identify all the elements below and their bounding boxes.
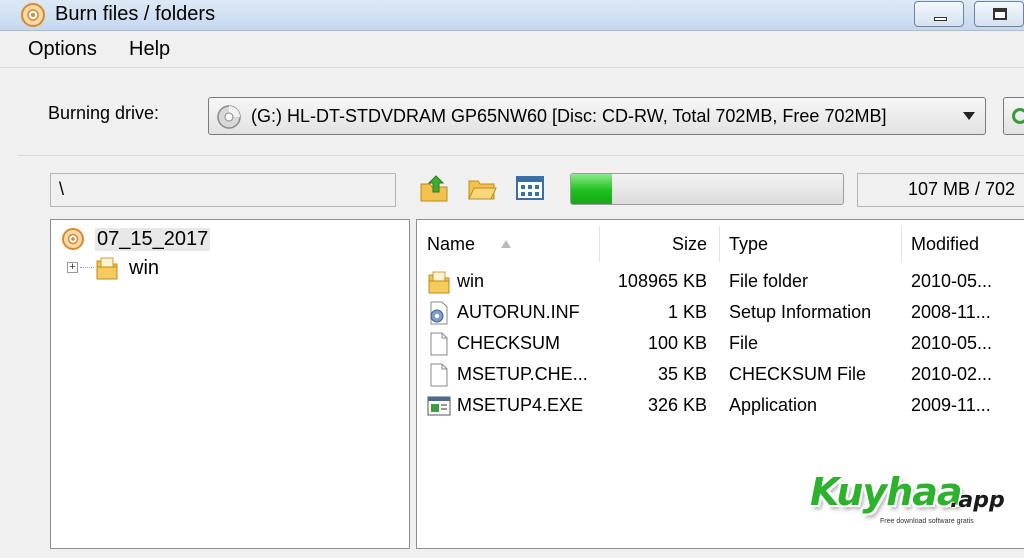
list-item[interactable]: MSETUP4.EXE 326 KB Application 2009-11..… xyxy=(417,391,1024,421)
file-name: win xyxy=(457,271,485,291)
folder-icon xyxy=(428,271,450,294)
maximize-button[interactable] xyxy=(974,1,1024,27)
file-modified: 2010-05... xyxy=(911,333,993,353)
menu-help[interactable]: Help xyxy=(129,38,170,61)
file-name: CHECKSUM xyxy=(457,333,561,353)
expand-icon[interactable]: + xyxy=(67,262,78,273)
column-header-size[interactable]: Size xyxy=(597,234,707,255)
open-folder-icon[interactable] xyxy=(466,172,498,204)
sort-ascending-icon xyxy=(501,240,511,248)
title-bar: Burn files / folders xyxy=(0,0,1024,31)
file-name: AUTORUN.INF xyxy=(457,302,580,322)
file-icon xyxy=(430,332,448,356)
disc-usage-readout: 107 MB / 702 xyxy=(857,173,1024,207)
cd-disc-icon xyxy=(62,228,84,250)
list-item[interactable]: win 108965 KB File folder 2010-05... xyxy=(417,267,1024,297)
tree-connector xyxy=(80,267,94,268)
maximize-icon xyxy=(993,8,1007,20)
file-name: MSETUP4.EXE xyxy=(457,395,584,415)
file-size: 1 KB xyxy=(667,302,707,322)
file-size: 326 KB xyxy=(647,395,707,415)
watermark-tagline: Free download software gratis xyxy=(880,518,974,525)
file-modified: 2009-11... xyxy=(911,395,991,415)
file-type: File xyxy=(729,333,759,353)
burning-drive-label: Burning drive: xyxy=(48,103,160,123)
minimize-icon xyxy=(934,17,947,21)
watermark-suffix: .app xyxy=(950,488,1005,513)
folder-icon xyxy=(96,257,118,280)
watermark-logo: Kuyhaa .app Free download software grati… xyxy=(800,462,1010,542)
settings-file-icon xyxy=(430,301,448,325)
file-type: File folder xyxy=(729,271,809,291)
list-header: Name Size Type Modified xyxy=(417,220,1024,266)
file-type: Setup Information xyxy=(729,302,872,322)
separator xyxy=(18,155,1024,156)
application-icon xyxy=(427,396,451,416)
file-size: 100 KB xyxy=(647,333,707,353)
file-size: 35 KB xyxy=(657,364,707,384)
tree-item-label: win xyxy=(129,257,160,279)
list-item[interactable]: MSETUP.CHE... 35 KB CHECKSUM File 2010-0… xyxy=(417,360,1024,390)
menu-bar: Options Help xyxy=(0,31,1024,68)
refresh-drive-button[interactable] xyxy=(1003,97,1024,135)
file-type: Application xyxy=(729,395,818,415)
column-divider[interactable] xyxy=(719,226,720,262)
progress-fill xyxy=(571,174,612,204)
file-modified: 2008-11... xyxy=(911,302,991,322)
menu-options[interactable]: Options xyxy=(28,38,97,61)
minimize-button[interactable] xyxy=(914,1,964,27)
current-path-field[interactable]: \ xyxy=(50,173,396,207)
disc-usage-progress xyxy=(570,173,844,205)
file-icon xyxy=(430,363,448,387)
column-header-name[interactable]: Name xyxy=(427,234,475,255)
file-modified: 2010-05... xyxy=(911,271,993,291)
column-divider[interactable] xyxy=(901,226,902,262)
column-header-type[interactable]: Type xyxy=(729,234,768,255)
tree-root-label: 07_15_2017 xyxy=(95,228,211,251)
list-item[interactable]: AUTORUN.INF 1 KB Setup Information 2008-… xyxy=(417,298,1024,328)
burning-drive-value: (G:) HL-DT-STDVDRAM GP65NW60 [Disc: CD-R… xyxy=(251,106,887,126)
folder-tree[interactable]: 07_15_2017 + win xyxy=(50,219,410,549)
file-type: CHECKSUM File xyxy=(729,364,867,384)
file-name: MSETUP.CHE... xyxy=(457,364,588,384)
folder-up-icon[interactable] xyxy=(418,172,450,204)
window-title: Burn files / folders xyxy=(55,3,216,25)
file-size: 108965 KB xyxy=(617,271,707,291)
burning-drive-select[interactable]: (G:) HL-DT-STDVDRAM GP65NW60 [Disc: CD-R… xyxy=(208,97,986,135)
view-grid-icon[interactable] xyxy=(514,172,546,204)
list-item[interactable]: CHECKSUM 100 KB File 2010-05... xyxy=(417,329,1024,359)
file-modified: 2010-02... xyxy=(911,364,993,384)
chevron-down-icon xyxy=(963,112,975,120)
cd-disc-icon xyxy=(21,3,45,27)
watermark-brand: Kuyhaa xyxy=(810,470,963,514)
refresh-icon xyxy=(1012,108,1024,124)
drive-disc-icon xyxy=(217,105,241,129)
column-header-modified[interactable]: Modified xyxy=(911,234,979,255)
